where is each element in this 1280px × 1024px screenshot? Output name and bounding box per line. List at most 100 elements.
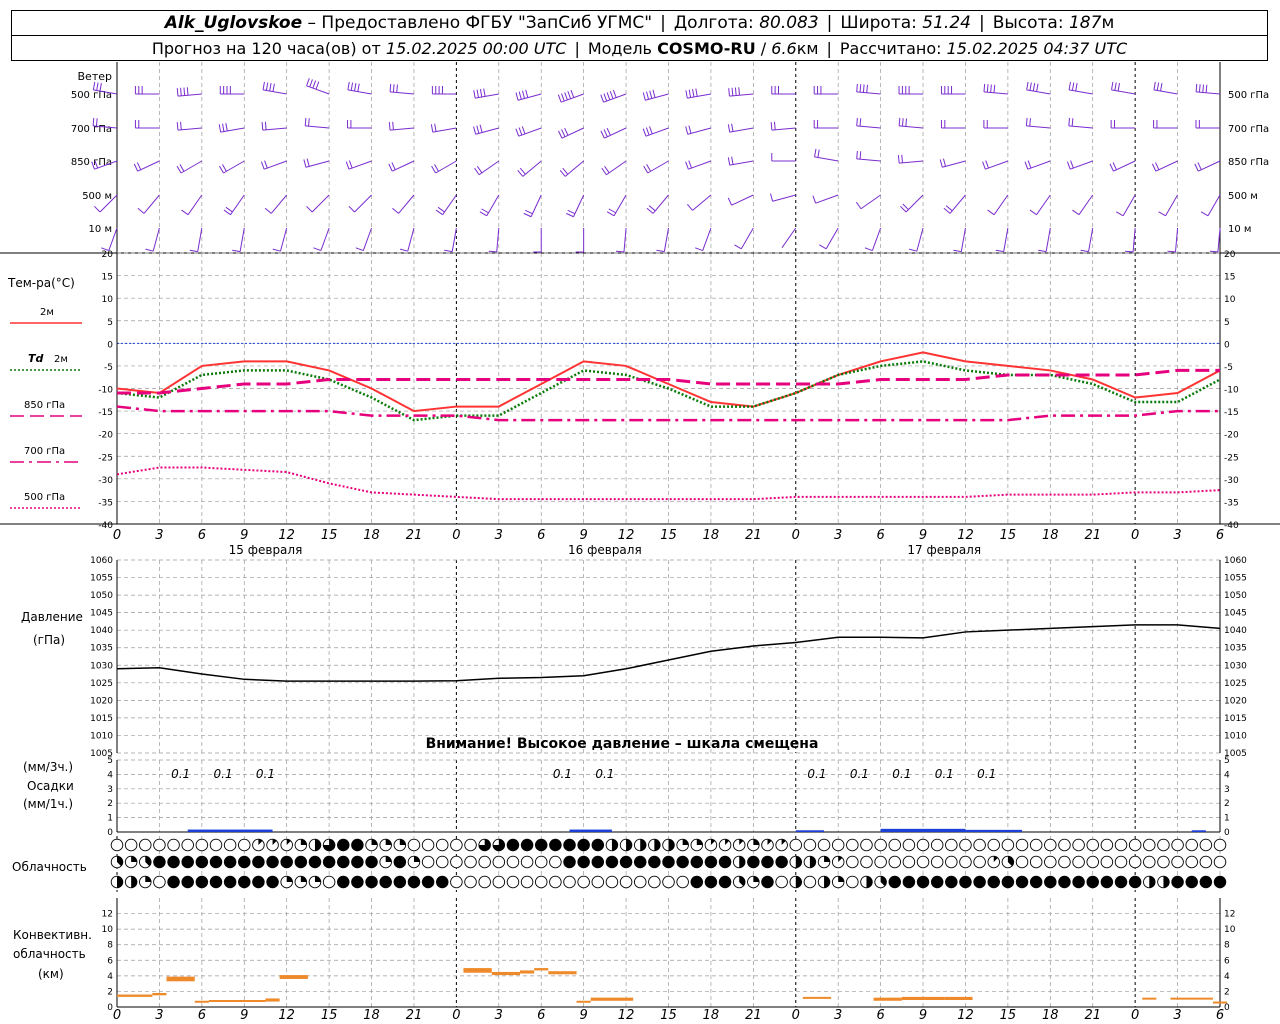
wind-barb-feather: [685, 126, 689, 135]
cloud-symbol: [959, 875, 972, 889]
cloud-symbol: [1029, 838, 1043, 852]
wind-barb-feather: [1114, 82, 1117, 91]
cloud-symbol: [266, 875, 279, 889]
cloud-symbol: [534, 838, 548, 852]
temp-tick-label-right: 10: [1224, 295, 1236, 305]
cloud-circle: [520, 875, 534, 889]
wind-barb-feather: [558, 130, 563, 139]
wind-barb-shaft: [899, 125, 924, 129]
cloud-symbol: [1114, 875, 1128, 889]
cloud-circle: [1029, 855, 1043, 869]
wind-barb-feather: [392, 84, 395, 93]
wind-barb-feather: [430, 124, 434, 133]
temp-tick-label-right: -5: [1224, 363, 1233, 373]
cloud-symbol: [1072, 838, 1085, 852]
cloud-symbol: [1100, 838, 1114, 852]
conv-bar: [152, 992, 167, 996]
cloud-symbol: [379, 855, 392, 869]
wind-barb: [1025, 117, 1051, 129]
cloud-symbol: [633, 838, 647, 852]
conv-tick-label-right: 2: [1224, 987, 1230, 997]
wind-barb-feather: [643, 165, 649, 174]
wind-barb-feather: [1029, 209, 1037, 216]
cloud-symbol: [987, 875, 1000, 889]
wind-barb-feather: [606, 92, 611, 101]
wind-barb-feather: [901, 118, 904, 127]
wind-barb-feather: [444, 249, 453, 253]
cloud-fill: [606, 856, 618, 868]
pressure-tick-label: 1015: [90, 714, 113, 724]
hour-tick-label: 18: [703, 528, 720, 543]
precip-amount-label: 0.1: [171, 767, 190, 781]
cloud-symbol: [846, 875, 859, 889]
wind-barb: [435, 194, 457, 216]
cloud-symbol: [633, 855, 647, 869]
wind-barb-feather: [357, 83, 360, 92]
wind-barb: [940, 120, 966, 129]
wind-barb-feather: [488, 250, 497, 253]
cloud-fill: [535, 839, 548, 851]
cloud-symbol: [817, 855, 831, 869]
wind-barb-feather: [180, 121, 182, 130]
cloud-fill: [640, 839, 646, 851]
hour-tick-label-bottom: 15: [321, 1008, 338, 1023]
cloud-fill: [210, 856, 222, 868]
cloud-symbol: [209, 875, 223, 889]
cloud-symbol: [238, 855, 251, 869]
wind-barb-shaft: [1036, 194, 1051, 215]
conv-bar: [802, 996, 832, 999]
wind-barb-feather: [348, 205, 355, 213]
wind-barb-feather: [734, 87, 737, 96]
wind-barb-feather: [479, 124, 483, 133]
cloud-symbol: [945, 875, 958, 889]
hour-tick-label-bottom: 18: [1042, 1008, 1059, 1023]
hour-tick-label: 12: [618, 528, 635, 543]
cloud-circle: [1143, 855, 1156, 869]
wind-barb-feather: [570, 89, 575, 98]
cloud-symbol: [945, 855, 958, 869]
wind-barb-feather: [600, 94, 604, 103]
cloud-circle: [633, 875, 647, 889]
wind-barb-feather: [864, 247, 873, 252]
wind-barb-shaft: [451, 227, 457, 252]
wind-barb-feather: [1068, 81, 1071, 90]
cloud-symbol: [407, 855, 421, 869]
wind-barb-shaft: [740, 227, 754, 250]
wind-barb: [995, 227, 1009, 253]
precip-tick-label: 0: [107, 828, 113, 838]
cloud-fill: [662, 856, 675, 868]
wind-barb-shaft: [1165, 194, 1179, 217]
wind-barb-feather: [260, 161, 265, 170]
legend-td-symbol: Td: [28, 352, 44, 365]
wind-barb-feather: [189, 249, 198, 253]
cloud-symbol: [1072, 855, 1085, 869]
cloud-circle: [831, 838, 845, 852]
cloud-fill: [238, 856, 251, 868]
wind-barb: [1153, 120, 1178, 129]
cloud-symbol: [1058, 875, 1071, 889]
cloud-circle: [153, 838, 166, 852]
cloud-fill: [626, 839, 632, 851]
temp-tick-label-right: 0: [1224, 340, 1230, 350]
cloud-fill: [394, 876, 406, 888]
hour-tick-label: 21: [745, 528, 762, 543]
wind-barb: [566, 194, 585, 218]
hour-tick-label: 6: [198, 528, 206, 543]
cloud-fill: [705, 856, 717, 868]
precip-amount-label: 0.1: [256, 767, 275, 781]
hour-tick-label: 0: [792, 528, 800, 543]
wind-barb-shaft: [1069, 89, 1093, 95]
cloud-fill: [337, 856, 350, 868]
temp-title: Тем-ра(°C): [7, 276, 75, 290]
pressure-tick-label: 1035: [90, 644, 113, 654]
conv-bar: [166, 976, 195, 982]
wind-barb: [262, 81, 287, 95]
cloud-circle: [549, 855, 562, 869]
wind-barb-feather: [392, 121, 394, 130]
conv-tick-label: 2: [107, 987, 113, 997]
cloud-symbol: [761, 875, 774, 889]
wind-barb: [1167, 227, 1179, 253]
wind-barb: [219, 160, 245, 174]
cloud-circle: [223, 838, 237, 852]
cloud-fill: [696, 839, 703, 845]
